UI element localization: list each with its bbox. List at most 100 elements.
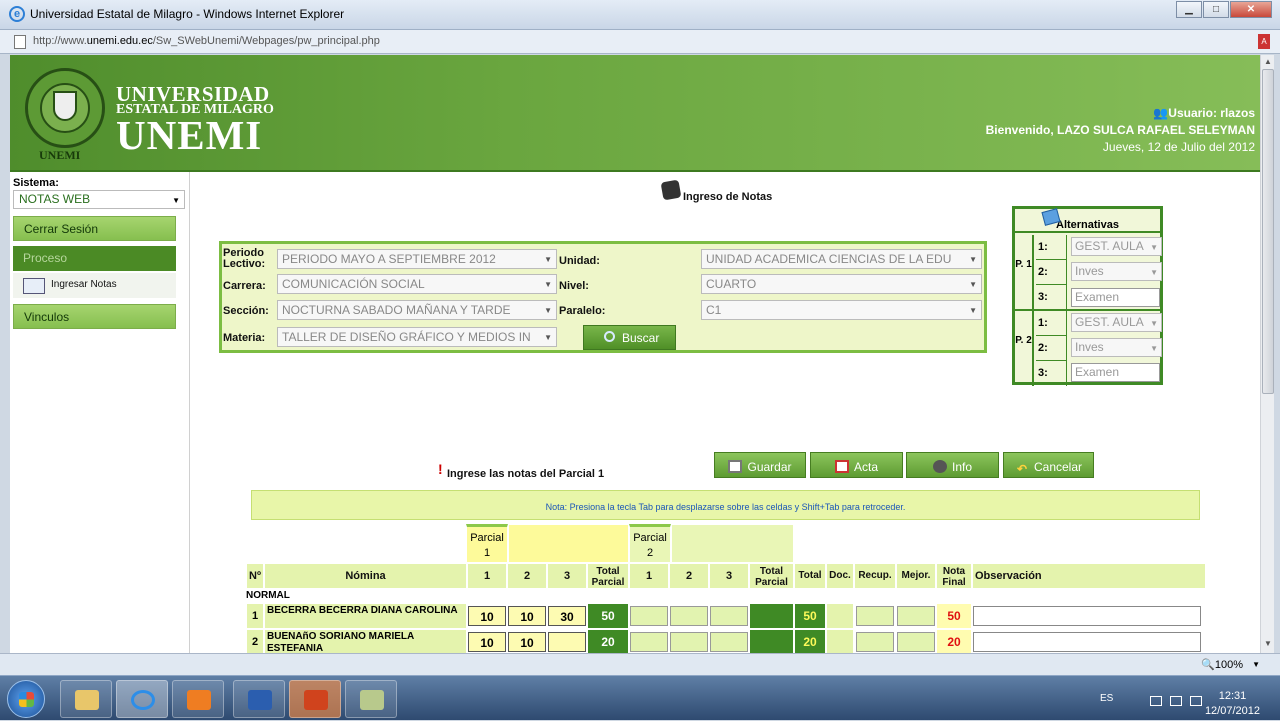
p1-examen-input[interactable]: Examen [1071,288,1160,307]
flag-icon[interactable] [1150,696,1162,706]
buscar-button[interactable]: Buscar [583,325,676,350]
cancelar-button[interactable]: ↶ Cancelar [1003,452,1094,478]
language-indicator[interactable]: ES [1100,693,1113,704]
materia-label: Materia: [223,332,266,344]
p2-gest-select[interactable]: GEST. AULA ▼ [1071,313,1162,332]
col-p1-2: 2 [507,563,547,589]
grade-input-p1-1[interactable]: 10 [468,632,506,652]
url-text[interactable]: http://www.unemi.edu.ec/Sw_SWebUnemi/Web… [33,35,380,47]
pdf-icon [834,460,849,473]
page-title: Ingreso de Notas [683,191,773,203]
grade-input-p2-3[interactable] [710,632,748,652]
sistema-select[interactable]: NOTAS WEB ▼ [13,190,185,209]
zoom-level[interactable]: 🔍100% [1201,658,1243,671]
guardar-button[interactable]: Guardar [714,452,806,478]
grade-input-p1-3[interactable]: 30 [548,606,586,626]
page-scrollbar[interactable]: ▲ ▼ [1260,55,1274,653]
taskbar-app[interactable] [345,680,397,718]
pdf-icon[interactable]: A [1258,34,1270,49]
p1-row2-label: 2: [1036,260,1067,285]
vinculos-menu[interactable]: Vinculos [13,304,176,329]
col-p1-3: 3 [547,563,587,589]
media-player-icon [187,690,211,710]
col-p1-1: 1 [467,563,507,589]
group-label: NORMAL [246,590,290,601]
unidad-select[interactable]: UNIDAD ACADEMICA CIENCIAS DE LA EDU ▼ [701,249,982,269]
grade-input-p2-3[interactable] [710,606,748,626]
scroll-down-icon[interactable]: ▼ [1261,639,1275,651]
p2-row2-label: 2: [1036,336,1067,361]
form-icon [23,278,45,294]
user-icon: 👥 [1153,106,1169,120]
grade-input-p1-2[interactable]: 10 [508,606,546,626]
university-seal-icon [25,68,105,148]
taskbar-explorer[interactable] [60,680,112,718]
grade-input-p1-1[interactable]: 10 [468,606,506,626]
cerrar-sesion-button[interactable]: Cerrar Sesión [13,216,176,241]
periodo-label: Periodo Lectivo: [223,247,266,270]
tab-parcial-2[interactable]: Parcial 2 [629,524,671,563]
notes-icon [660,179,682,201]
p1-gest-select[interactable]: GEST. AULA ▼ [1071,237,1162,256]
username: Usuario: rlazos [1168,106,1255,120]
taskbar-media[interactable] [172,680,224,718]
recup-input[interactable] [856,606,894,626]
grade-input-p2-1[interactable] [630,606,668,626]
nivel-select[interactable]: CUARTO ▼ [701,274,982,294]
volume-icon[interactable] [1190,696,1202,706]
clock[interactable]: 12:31 12/07/2012 [1205,689,1260,719]
grade-input-p2-2[interactable] [670,632,708,652]
address-bar[interactable]: http://www.unemi.edu.ec/Sw_SWebUnemi/Web… [0,30,1280,54]
sistema-label: Sistema: [13,177,59,189]
p2-examen-input[interactable]: Examen [1071,363,1160,382]
taskbar-word[interactable] [233,680,285,718]
grade-input-p1-3[interactable] [548,632,586,652]
seccion-select[interactable]: NOCTURNA SABADO MAÑANA Y TARDE ▼ [277,300,557,320]
taskbar-powerpoint[interactable] [289,680,341,718]
chevron-down-icon[interactable]: ▼ [1252,660,1260,669]
col-mejor: Mejor. [896,563,936,589]
scroll-thumb[interactable] [1262,69,1274,394]
scroll-up-icon[interactable]: ▲ [1261,57,1275,69]
info-button[interactable]: Info [906,452,999,478]
col-doc: Doc. [826,563,854,589]
mejor-input[interactable] [897,606,935,626]
close-button[interactable]: ✕ [1230,1,1272,18]
observacion-input[interactable] [973,632,1201,652]
grade-input-p1-2[interactable]: 10 [508,632,546,652]
mejor-input[interactable] [897,632,935,652]
tab-parcial-1[interactable]: Parcial 1 [466,524,508,563]
col-p2-3: 3 [709,563,749,589]
proceso-menu[interactable]: Proceso [13,246,176,271]
welcome-text: Bienvenido, LAZO SULCA RAFAEL SELEYMAN [985,123,1255,137]
recup-input[interactable] [856,632,894,652]
observacion-input[interactable] [973,606,1201,626]
grade-input-p2-2[interactable] [670,606,708,626]
seal-caption: UNEMI [39,148,81,162]
paralelo-label: Paralelo: [559,305,606,317]
materia-select[interactable]: TALLER DE DISEÑO GRÁFICO Y MEDIOS IN ▼ [277,327,557,347]
grade-input-p2-1[interactable] [630,632,668,652]
p1-inves-select[interactable]: Inves ▼ [1071,262,1162,281]
p2-inves-select[interactable]: Inves ▼ [1071,338,1162,357]
minimize-button[interactable]: ▁ [1176,1,1202,18]
total-parcial-1: 50 [588,604,628,628]
maximize-button[interactable]: □ [1203,1,1229,18]
powerpoint-icon [304,690,328,710]
col-p2-2: 2 [669,563,709,589]
page-icon [14,35,26,49]
network-icon[interactable] [1170,696,1182,706]
instruction-text: Ingrese las notas del Parcial 1 [447,468,605,480]
save-icon [728,460,743,473]
main-content: Ingreso de Notas Periodo Lectivo: PERIOD… [191,172,1260,653]
periodo-select[interactable]: PERIODO MAYO A SEPTIEMBRE 2012 ▼ [277,249,557,269]
user-info: 👥Usuario: rlazos Bienvenido, LAZO SULCA … [986,105,1255,156]
filter-panel: Periodo Lectivo: PERIODO MAYO A SEPTIEMB… [219,241,987,353]
start-button[interactable] [7,680,45,718]
acta-button[interactable]: Acta [810,452,903,478]
paralelo-select[interactable]: C1 ▼ [701,300,982,320]
taskbar: ES 12:31 12/07/2012 [0,675,1280,720]
taskbar-ie[interactable] [116,680,168,718]
carrera-select[interactable]: COMUNICACIÓN SOCIAL ▼ [277,274,557,294]
ingresar-notas-link[interactable]: Ingresar Notas [13,273,176,298]
